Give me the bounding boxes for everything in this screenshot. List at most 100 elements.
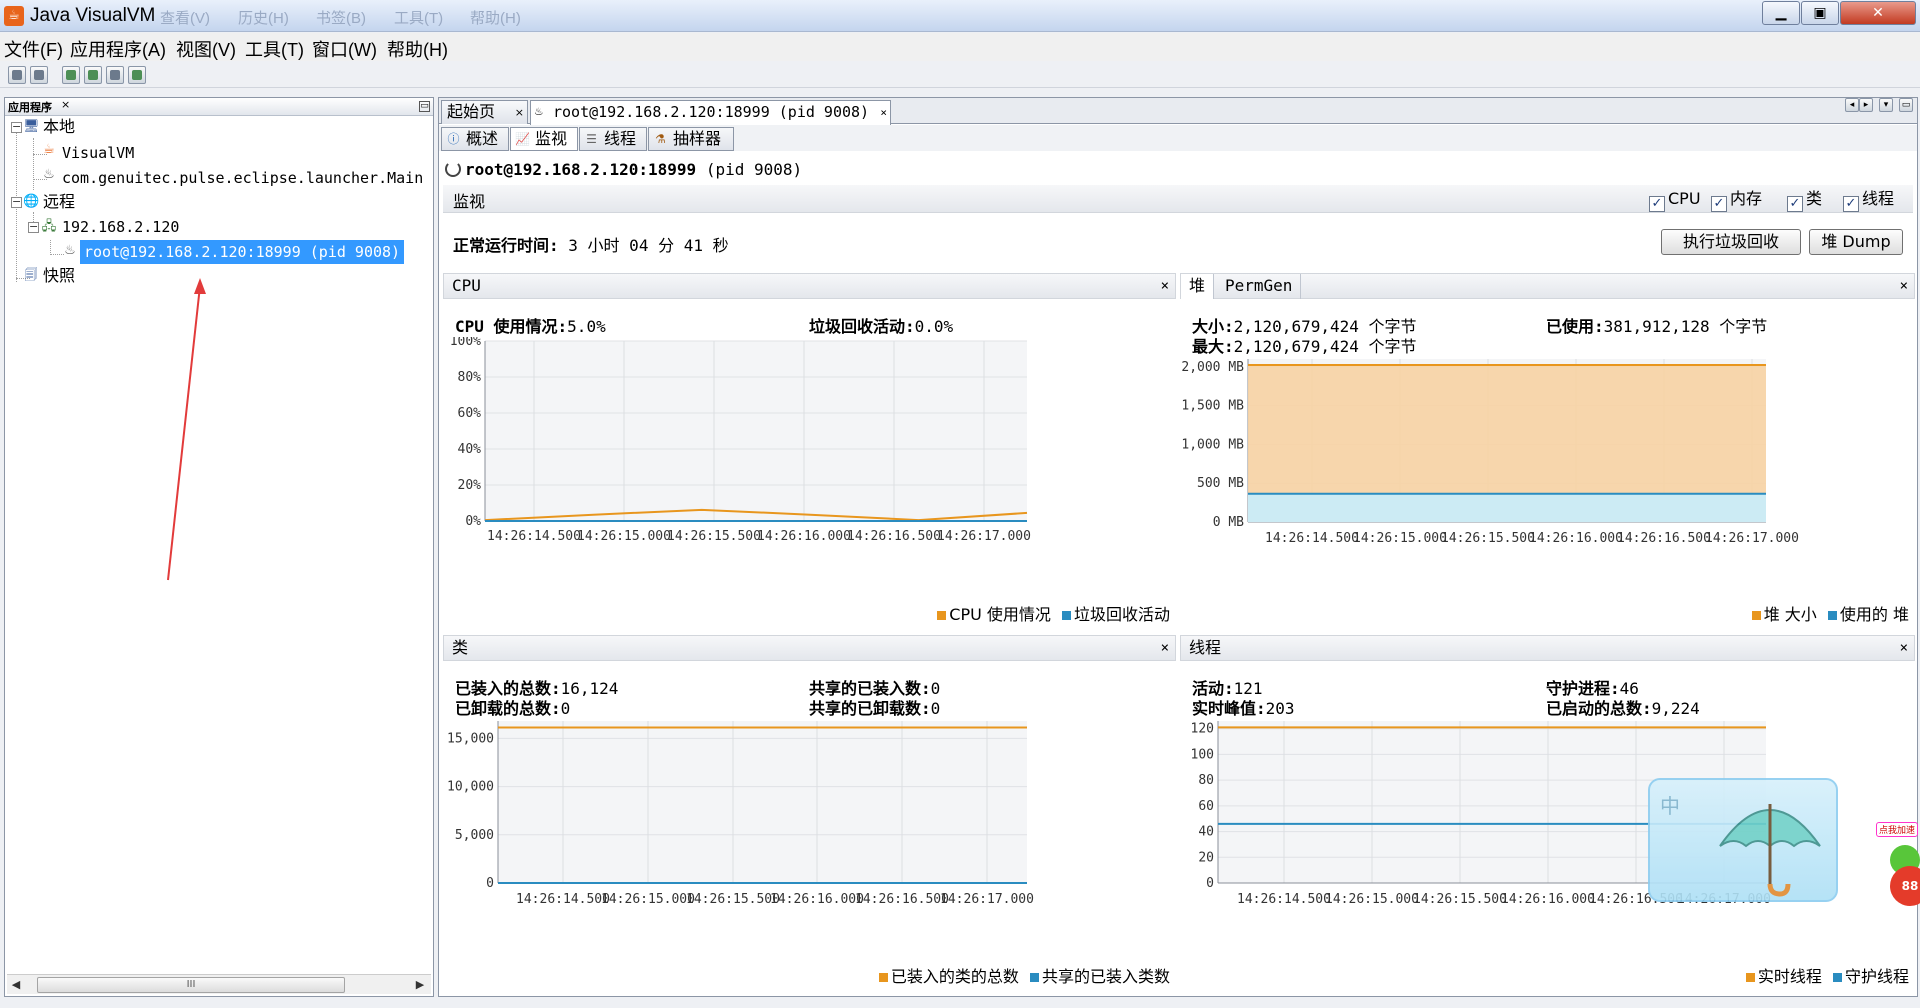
cpu-pane-close[interactable]: × — [1161, 274, 1169, 298]
threads-peak-stat: 实时峰值:203 — [1192, 695, 1295, 719]
shared-unloaded-stat: 共享的已卸载数:0 — [809, 695, 940, 719]
tab-jmx-app-close[interactable]: × — [880, 102, 887, 124]
cpu-xtick-label: 14:26:14.500 — [487, 529, 581, 544]
heap-chart: 2,000 MB 1,500 MB 1,000 MB 500 MB 0 MB 14:26:… — [1181, 359, 1799, 546]
app-header: root@192.168.2.120:18999 (pid 9008) — [465, 160, 802, 184]
heap-pane-close[interactable]: × — [1900, 274, 1908, 298]
threads-started-label: 已启动的总数: — [1546, 699, 1652, 718]
tab-start-page-close[interactable]: × — [515, 102, 524, 124]
classes-ytick-label: 0 — [486, 876, 494, 891]
classes-unloaded-value: 0 — [560, 699, 571, 718]
legend-heap-size-label: 堆 大小 — [1763, 605, 1817, 624]
threads-pane-title: 线程 — [1189, 638, 1222, 657]
input-method-sticker[interactable]: 中 — [1648, 778, 1838, 902]
heap-ytick-label: 1,500 MB — [1181, 399, 1244, 414]
threads-xtick-label: 14:26:14.500 — [1237, 892, 1331, 907]
legend-heap-used-swatch — [1827, 611, 1837, 620]
tab-start-page[interactable]: 起始页 × — [441, 100, 528, 124]
app-header-name: root@192.168.2.120:18999 — [465, 160, 697, 179]
tab-threads[interactable]: ☰ 线程 — [579, 127, 647, 151]
classes-xtick-label: 14:26:16.000 — [770, 892, 864, 907]
heap-used-stat: 已使用:381,912,128 个字节 — [1546, 313, 1767, 337]
checkbox-threads[interactable]: ✓ 线程 — [1843, 190, 1894, 212]
classes-pane-close[interactable]: × — [1161, 636, 1169, 660]
legend-heap-size-swatch — [1751, 611, 1761, 620]
heap-pane: 堆 PermGen × 大小:2,120,679,424 个字节 最大:2,12… — [1180, 273, 1915, 631]
threads-pane-close[interactable]: × — [1900, 636, 1908, 660]
threads-xtick-label: 14:26:15.500 — [1413, 892, 1507, 907]
gc-activity-stat: 垃圾回收活动:0.0% — [809, 313, 953, 337]
maximize-button[interactable]: ▣ — [1801, 1, 1839, 25]
threads-pane-header: 线程 × — [1180, 635, 1915, 661]
threads-peak-label: 实时峰值: — [1192, 699, 1266, 718]
classes-pane-title: 类 — [452, 638, 469, 657]
classes-ytick-label: 15,000 — [447, 731, 494, 746]
classes-unloaded-stat: 已卸载的总数:0 — [455, 695, 570, 719]
checkbox-threads-label: 线程 — [1862, 189, 1895, 208]
heap-used-value: 381,912,128 个字节 — [1603, 317, 1768, 336]
tab-permgen[interactable]: PermGen — [1217, 274, 1302, 299]
tab-maximize[interactable]: ▭ — [1899, 98, 1913, 112]
tab-list-dropdown[interactable]: ▾ — [1879, 98, 1893, 112]
heap-dump-button[interactable]: 堆 Dump — [1809, 229, 1903, 255]
cpu-ytick-label: 60% — [458, 406, 482, 421]
speedup-label[interactable]: 点我加速 — [1876, 822, 1919, 837]
checkbox-memory-box: ✓ — [1711, 196, 1727, 212]
legend-loaded-swatch — [878, 973, 888, 982]
java-app-icon: ♨ — [535, 104, 543, 119]
classes-xtick-label: 14:26:17.000 — [940, 892, 1034, 907]
checkbox-classes-label: 类 — [1806, 189, 1823, 208]
uptime-label: 正常运行时间: — [453, 236, 559, 255]
tab-scroll-right[interactable]: ▸ — [1859, 98, 1873, 112]
checkbox-classes[interactable]: ✓ 类 — [1787, 190, 1822, 212]
cpu-ytick-label: 80% — [458, 370, 482, 385]
checkbox-memory[interactable]: ✓ 内存 — [1711, 190, 1762, 212]
app-header-pid: (pid 9008) — [705, 160, 803, 179]
tab-start-page-label: 起始页 — [447, 102, 496, 121]
heap-xtick-label: 14:26:17.000 — [1705, 531, 1799, 546]
legend-live-label: 实时线程 — [1757, 967, 1822, 986]
uptime-value: 3 小时 04 分 41 秒 — [568, 236, 729, 255]
checkbox-cpu[interactable]: ✓ CPU — [1649, 190, 1701, 212]
minimize-button[interactable]: ▁ — [1762, 1, 1800, 25]
tab-heap[interactable]: 堆 — [1181, 274, 1215, 299]
classes-pane: 类 × 已装入的总数:16,124 已卸载的总数:0 共享的已装入数:0 共享的… — [443, 635, 1176, 993]
cpu-usage-stat: CPU 使用情况:5.0% — [455, 313, 606, 337]
heap-xtick-label: 14:26:16.500 — [1617, 531, 1711, 546]
sticker-char: 中 — [1660, 794, 1680, 818]
checkbox-memory-label: 内存 — [1730, 189, 1763, 208]
gc-activity-value: 0.0% — [914, 317, 954, 336]
view-tabs: ⓘ 概述 📈 监视 ☰ 线程 ⚗ 抽样器 — [439, 125, 1917, 151]
classes-pane-header: 类 × — [443, 635, 1176, 661]
umbrella-icon — [1719, 804, 1821, 897]
legend-heap-used-label: 使用的 堆 — [1839, 605, 1909, 624]
perform-gc-button[interactable]: 执行垃圾回收 — [1661, 229, 1801, 255]
cpu-legend: CPU 使用情况 垃圾回收活动 — [937, 601, 1170, 625]
tab-scroll-left[interactable]: ◂ — [1845, 98, 1859, 112]
heap-legend: 堆 大小 使用的 堆 — [1751, 601, 1909, 625]
close-button[interactable]: ✕ — [1840, 1, 1916, 25]
monitor-chart-icon: 📈 — [515, 132, 530, 146]
heap-max-label: 最大: — [1192, 337, 1234, 356]
heap-pane-header: 堆 PermGen × — [1180, 273, 1915, 299]
threads-xtick-label: 14:26:16.000 — [1501, 892, 1595, 907]
monitor-section-bar: 监视 ✓ CPU ✓ 内存 ✓ 类 ✓ 线程 — [443, 185, 1913, 213]
uptime: 正常运行时间: 3 小时 04 分 41 秒 — [453, 232, 729, 256]
heap-ytick-label: 1,000 MB — [1181, 437, 1244, 452]
threads-xtick-label: 14:26:15.000 — [1325, 892, 1419, 907]
tab-monitor[interactable]: 📈 监视 — [510, 127, 578, 151]
cpu-pane-title: CPU — [452, 276, 481, 295]
heap-ytick-label: 2,000 MB — [1181, 360, 1244, 375]
classes-unloaded-label: 已卸载的总数: — [455, 699, 561, 718]
checkbox-cpu-label: CPU — [1668, 189, 1701, 208]
tab-monitor-label: 监视 — [535, 129, 568, 148]
tab-sampler[interactable]: ⚗ 抽样器 — [648, 127, 734, 151]
tab-overview-label: 概述 — [466, 129, 499, 148]
threads-ytick-label: 80 — [1198, 773, 1214, 788]
legend-loaded-label: 已装入的类的总数 — [890, 967, 1019, 986]
tab-overview[interactable]: ⓘ 概述 — [441, 127, 509, 151]
threads-ytick-label: 0 — [1206, 876, 1214, 891]
threads-peak-value: 203 — [1265, 699, 1295, 718]
cpu-chart-plot: 100% 80% 60% 40% 20% 0% 14:26:14.50014:26:15.0… — [450, 337, 1031, 544]
tab-jmx-app[interactable]: ♨ root@192.168.2.120:18999 (pid 9008) × — [530, 100, 891, 125]
